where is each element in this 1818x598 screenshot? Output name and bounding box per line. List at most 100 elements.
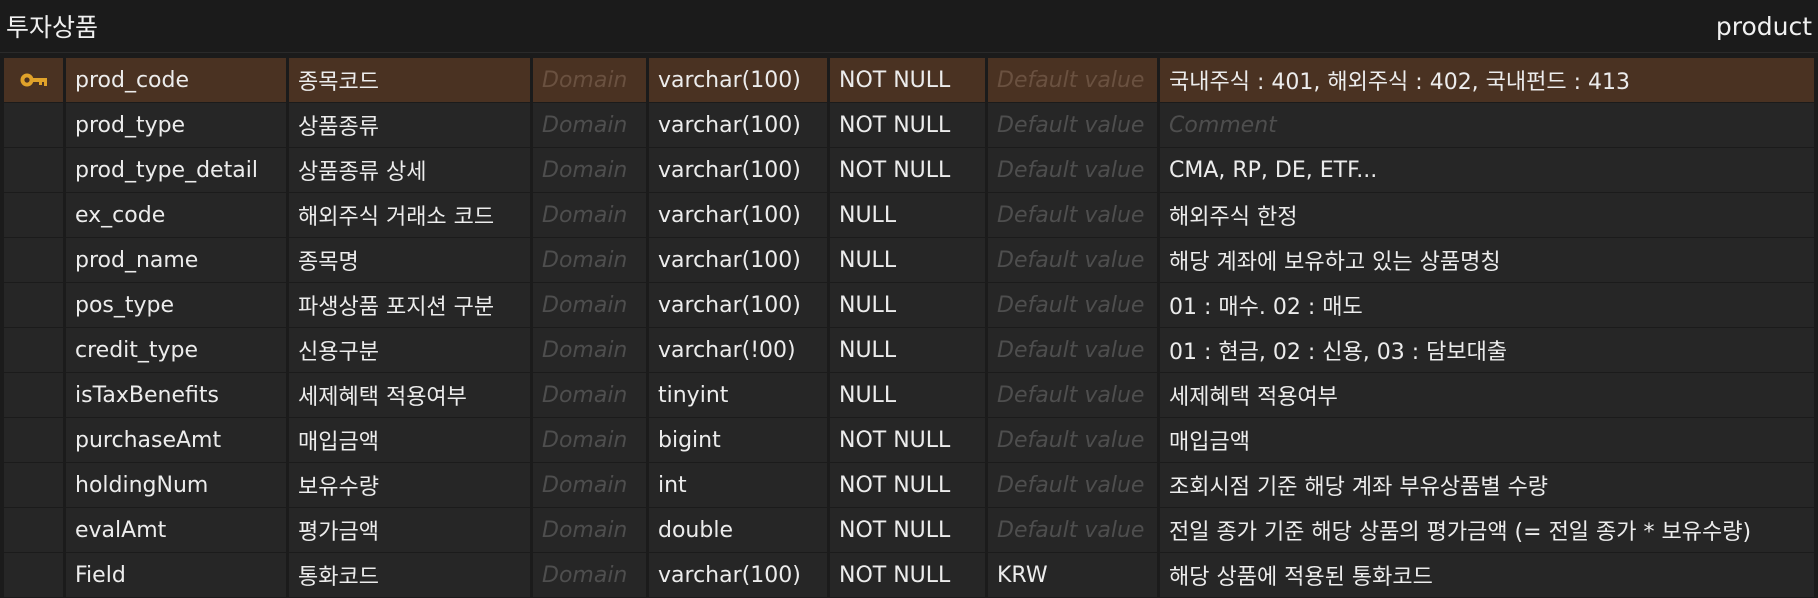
table-row[interactable]: purchaseAmt 매입금액 Domain bigint NOT NULL Defau… <box>4 418 1814 463</box>
nullable-cell[interactable]: NULL <box>830 238 988 282</box>
table-row[interactable]: Field 통화코드 Domain varchar(100) NOT NULL KRW 해당… <box>4 553 1814 598</box>
nullable-cell[interactable]: NOT NULL <box>830 418 988 462</box>
logical-name-cell[interactable]: 세제혜택 적용여부 <box>289 373 533 417</box>
logical-name-cell[interactable]: 신용구분 <box>289 328 533 372</box>
data-type-cell[interactable]: varchar(100) <box>649 553 830 597</box>
primary-key-cell[interactable] <box>4 463 66 507</box>
table-row[interactable]: credit_type 신용구분 Domain varchar(!00) NULL Def… <box>4 328 1814 373</box>
primary-key-cell[interactable] <box>4 193 66 237</box>
primary-key-cell[interactable] <box>4 103 66 147</box>
logical-name-cell[interactable]: 상품종류 <box>289 103 533 147</box>
table-row[interactable]: isTaxBenefits 세제혜택 적용여부 Domain tinyint NULL D… <box>4 373 1814 418</box>
comment-cell[interactable]: 01 : 현금, 02 : 신용, 03 : 담보대출 <box>1160 328 1814 372</box>
domain-cell[interactable]: Domain <box>533 148 649 192</box>
field-name-cell[interactable]: Field <box>66 553 289 597</box>
nullable-cell[interactable]: NULL <box>830 193 988 237</box>
logical-name-cell[interactable]: 종목명 <box>289 238 533 282</box>
domain-cell[interactable]: Domain <box>533 418 649 462</box>
field-name-cell[interactable]: prod_type_detail <box>66 148 289 192</box>
entity-logical-name[interactable]: 투자상품 <box>6 8 98 44</box>
table-row[interactable]: evalAmt 평가금액 Domain double NOT NULL Default v… <box>4 508 1814 553</box>
comment-cell[interactable]: 매입금액 <box>1160 418 1814 462</box>
comment-cell[interactable]: 해당 상품에 적용된 통화코드 <box>1160 553 1814 597</box>
table-row[interactable]: prod_type 상품종류 Domain varchar(100) NOT NULL D… <box>4 103 1814 148</box>
field-name-cell[interactable]: pos_type <box>66 283 289 327</box>
primary-key-cell[interactable] <box>4 58 66 102</box>
logical-name-cell[interactable]: 파생상품 포지션 구분 <box>289 283 533 327</box>
domain-cell[interactable]: Domain <box>533 553 649 597</box>
logical-name-cell[interactable]: 보유수량 <box>289 463 533 507</box>
nullable-cell[interactable]: NOT NULL <box>830 148 988 192</box>
data-type-cell[interactable]: varchar(100) <box>649 283 830 327</box>
comment-cell[interactable]: 국내주식 : 401, 해외주식 : 402, 국내펀드 : 413 <box>1160 58 1814 102</box>
default-value-cell[interactable]: KRW <box>988 553 1160 597</box>
domain-cell[interactable]: Domain <box>533 373 649 417</box>
primary-key-cell[interactable] <box>4 553 66 597</box>
field-name-cell[interactable]: prod_type <box>66 103 289 147</box>
primary-key-cell[interactable] <box>4 148 66 192</box>
default-value-cell[interactable]: Default value <box>988 508 1160 552</box>
entity-physical-name[interactable]: product <box>1716 12 1812 41</box>
domain-cell[interactable]: Domain <box>533 58 649 102</box>
data-type-cell[interactable]: varchar(!00) <box>649 328 830 372</box>
nullable-cell[interactable]: NULL <box>830 328 988 372</box>
data-type-cell[interactable]: varchar(100) <box>649 238 830 282</box>
comment-cell[interactable]: 해외주식 한정 <box>1160 193 1814 237</box>
table-row[interactable]: prod_code 종목코드 Domain varchar(100) NOT NULL D… <box>4 58 1814 103</box>
field-name-cell[interactable]: ex_code <box>66 193 289 237</box>
nullable-cell[interactable]: NOT NULL <box>830 508 988 552</box>
field-name-cell[interactable]: isTaxBenefits <box>66 373 289 417</box>
primary-key-cell[interactable] <box>4 238 66 282</box>
comment-cell[interactable]: 조회시점 기준 해당 계좌 부유상품별 수량 <box>1160 463 1814 507</box>
domain-cell[interactable]: Domain <box>533 103 649 147</box>
domain-cell[interactable]: Domain <box>533 328 649 372</box>
nullable-cell[interactable]: NULL <box>830 373 988 417</box>
primary-key-cell[interactable] <box>4 328 66 372</box>
default-value-cell[interactable]: Default value <box>988 193 1160 237</box>
default-value-cell[interactable]: Default value <box>988 463 1160 507</box>
field-name-cell[interactable]: purchaseAmt <box>66 418 289 462</box>
default-value-cell[interactable]: Default value <box>988 148 1160 192</box>
comment-cell[interactable]: 01 : 매수. 02 : 매도 <box>1160 283 1814 327</box>
domain-cell[interactable]: Domain <box>533 508 649 552</box>
comment-cell[interactable]: Comment <box>1160 103 1814 147</box>
field-name-cell[interactable]: credit_type <box>66 328 289 372</box>
comment-cell[interactable]: 전일 종가 기준 해당 상품의 평가금액 (= 전일 종가 * 보유수량) <box>1160 508 1814 552</box>
data-type-cell[interactable]: varchar(100) <box>649 148 830 192</box>
nullable-cell[interactable]: NOT NULL <box>830 103 988 147</box>
field-name-cell[interactable]: holdingNum <box>66 463 289 507</box>
logical-name-cell[interactable]: 해외주식 거래소 코드 <box>289 193 533 237</box>
default-value-cell[interactable]: Default value <box>988 418 1160 462</box>
data-type-cell[interactable]: varchar(100) <box>649 193 830 237</box>
primary-key-cell[interactable] <box>4 508 66 552</box>
table-row[interactable]: holdingNum 보유수량 Domain int NOT NULL Default v… <box>4 463 1814 508</box>
logical-name-cell[interactable]: 매입금액 <box>289 418 533 462</box>
data-type-cell[interactable]: tinyint <box>649 373 830 417</box>
data-type-cell[interactable]: double <box>649 508 830 552</box>
comment-cell[interactable]: 해당 계좌에 보유하고 있는 상품명칭 <box>1160 238 1814 282</box>
field-name-cell[interactable]: prod_code <box>66 58 289 102</box>
default-value-cell[interactable]: Default value <box>988 103 1160 147</box>
primary-key-cell[interactable] <box>4 418 66 462</box>
logical-name-cell[interactable]: 통화코드 <box>289 553 533 597</box>
comment-cell[interactable]: CMA, RP, DE, ETF... <box>1160 148 1814 192</box>
table-row[interactable]: pos_type 파생상품 포지션 구분 Domain varchar(100) NUL… <box>4 283 1814 328</box>
primary-key-cell[interactable] <box>4 283 66 327</box>
domain-cell[interactable]: Domain <box>533 283 649 327</box>
table-row[interactable]: ex_code 해외주식 거래소 코드 Domain varchar(100) NULL… <box>4 193 1814 238</box>
table-row[interactable]: prod_name 종목명 Domain varchar(100) NULL Defaul… <box>4 238 1814 283</box>
data-type-cell[interactable]: varchar(100) <box>649 103 830 147</box>
logical-name-cell[interactable]: 평가금액 <box>289 508 533 552</box>
data-type-cell[interactable]: varchar(100) <box>649 58 830 102</box>
default-value-cell[interactable]: Default value <box>988 58 1160 102</box>
default-value-cell[interactable]: Default value <box>988 373 1160 417</box>
data-type-cell[interactable]: bigint <box>649 418 830 462</box>
domain-cell[interactable]: Domain <box>533 193 649 237</box>
data-type-cell[interactable]: int <box>649 463 830 507</box>
logical-name-cell[interactable]: 종목코드 <box>289 58 533 102</box>
nullable-cell[interactable]: NOT NULL <box>830 58 988 102</box>
default-value-cell[interactable]: Default value <box>988 328 1160 372</box>
default-value-cell[interactable]: Default value <box>988 283 1160 327</box>
nullable-cell[interactable]: NOT NULL <box>830 553 988 597</box>
primary-key-cell[interactable] <box>4 373 66 417</box>
